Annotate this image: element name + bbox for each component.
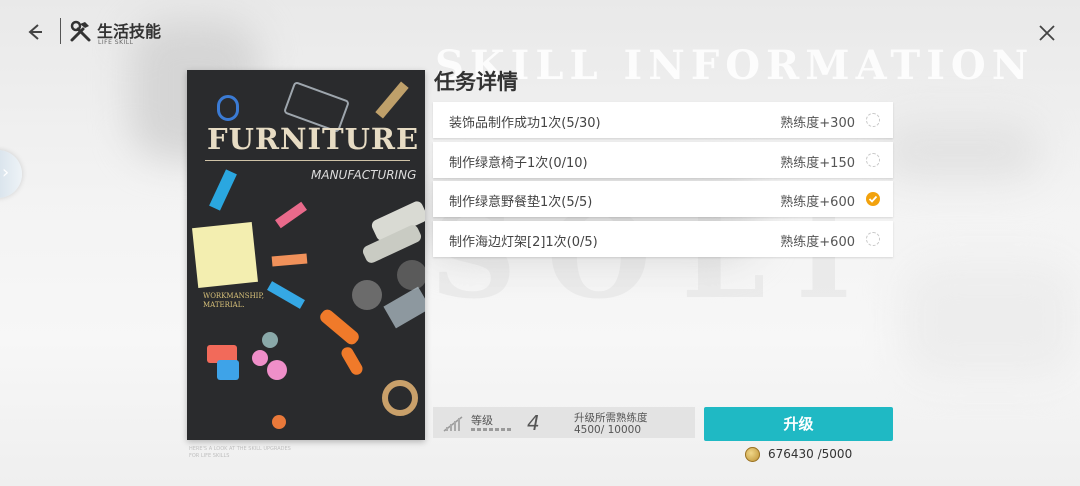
task-reward: 熟练度+600 (780, 234, 855, 250)
task-details-heading: 任务详情 (434, 70, 518, 94)
upgrade-button[interactable]: 升级 (704, 407, 893, 441)
task-name: 装饰品制作成功1次(5/30) (449, 116, 601, 131)
check-icon (866, 192, 880, 206)
chevron-right-icon: › (2, 162, 10, 183)
pending-circle-icon (866, 152, 880, 167)
poster-rule (205, 160, 410, 161)
currency-amount: 676430 /5000 (768, 447, 853, 461)
task-item[interactable]: 装饰品制作成功1次(5/30) 熟练度+300 (433, 102, 893, 138)
level-label-decoration (471, 428, 513, 431)
task-item[interactable]: 制作绿意椅子1次(0/10) 熟练度+150 (433, 141, 893, 178)
level-label: 等级 (471, 414, 493, 427)
poster-title: FURNITURE (207, 122, 420, 156)
coin-icon (745, 447, 760, 462)
poster-subtitle: MANUFACTURING (311, 168, 417, 182)
poster-caption: HERE'S A LOOK AT THE SKILL UPGRADES FOR … (189, 446, 291, 459)
top-bar: 生活技能 LIFE SKILL (0, 0, 1080, 60)
hammer-wrench-icon (70, 20, 91, 42)
poster-work-heading: WORKMANSHIP, MATERIAL. (203, 292, 264, 309)
required-proficiency-label: 升级所需熟练度 (574, 412, 648, 424)
page-subtitle: LIFE SKILL (98, 39, 134, 46)
task-name: 制作绿意椅子1次(0/10) (449, 155, 588, 171)
task-item[interactable]: 制作海边灯架[2]1次(0/5) 熟练度+600 (433, 220, 893, 257)
task-list: 装饰品制作成功1次(5/30) 熟练度+300 制作绿意椅子1次(0/10) 熟… (433, 102, 893, 260)
pending-circle-icon (866, 113, 880, 127)
task-item[interactable]: 制作绿意野餐垫1次(5/5) 熟练度+600 (433, 181, 893, 217)
close-icon[interactable] (1034, 20, 1060, 46)
task-name: 制作海边灯架[2]1次(0/5) (449, 234, 598, 250)
level-bars-icon (443, 416, 463, 432)
required-proficiency-value: 4500/ 10000 (574, 424, 641, 436)
arrow-left-icon[interactable] (20, 18, 48, 46)
task-reward: 熟练度+600 (780, 195, 855, 210)
task-reward: 熟练度+150 (780, 155, 855, 171)
level-panel: 等级 4 升级所需熟练度 4500/ 10000 (433, 407, 695, 438)
pending-circle-icon (866, 231, 880, 246)
task-reward: 熟练度+300 (780, 116, 855, 131)
level-value: 4 (527, 411, 540, 435)
task-name: 制作绿意野餐垫1次(5/5) (449, 195, 593, 210)
header-divider (60, 18, 61, 44)
skill-poster: FURNITURE MANUFACTURING WORKMANSHIP, MAT… (187, 70, 425, 440)
